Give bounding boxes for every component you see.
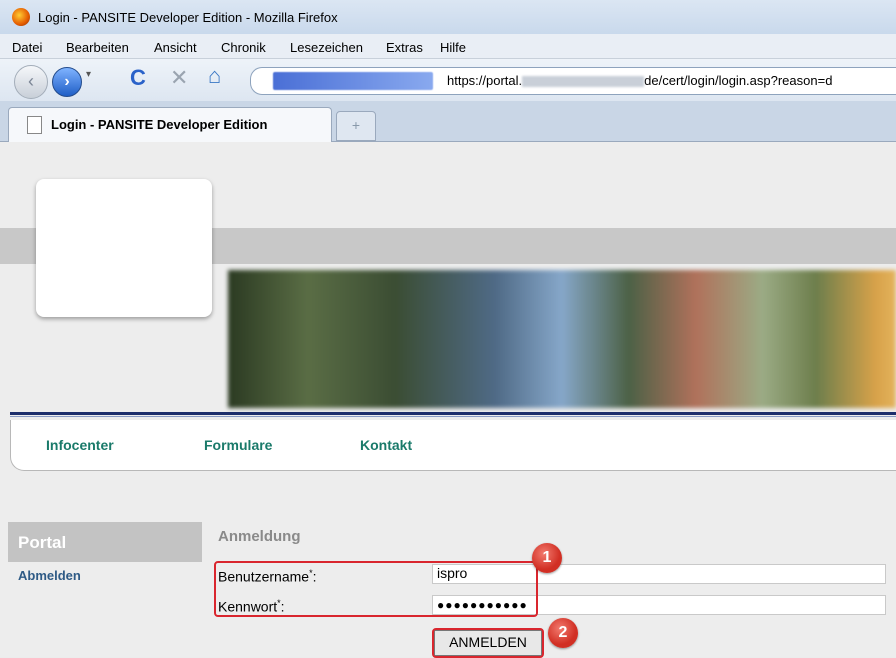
login-heading: Anmeldung xyxy=(218,528,301,545)
site-nav-bar xyxy=(10,420,896,471)
tab-label: Login - PANSITE Developer Edition xyxy=(51,117,268,132)
annotation-badge-2: 2 xyxy=(548,618,578,648)
sidebar-heading: Portal xyxy=(8,522,202,562)
menu-hilfe[interactable]: Hilfe xyxy=(440,40,466,55)
logo-box xyxy=(36,179,212,317)
site-identity-button[interactable] xyxy=(273,72,433,90)
page-icon xyxy=(27,116,42,134)
firefox-logo-icon xyxy=(12,8,30,26)
stop-icon[interactable]: ✕ xyxy=(170,65,188,91)
window-titlebar: Login - PANSITE Developer Edition - Mozi… xyxy=(0,0,896,34)
nav-kontakt[interactable]: Kontakt xyxy=(360,437,412,453)
annotation-box-credentials xyxy=(214,561,538,617)
new-tab-icon[interactable]: + xyxy=(336,111,376,141)
menubar: Datei Bearbeiten Ansicht Chronik Lesezei… xyxy=(0,34,896,59)
url-bar[interactable]: https://portal. de/cert/login/login.asp?r… xyxy=(250,67,896,95)
menu-bearbeiten[interactable]: Bearbeiten xyxy=(66,40,129,55)
menu-lesezeichen[interactable]: Lesezeichen xyxy=(290,40,363,55)
home-icon[interactable]: ⌂ xyxy=(208,63,221,89)
nav-formulare[interactable]: Formulare xyxy=(204,437,272,453)
reload-icon[interactable]: C xyxy=(130,65,146,91)
menu-ansicht[interactable]: Ansicht xyxy=(154,40,197,55)
nav-infocenter[interactable]: Infocenter xyxy=(46,437,114,453)
nav-divider-thin xyxy=(10,416,896,417)
menu-chronik[interactable]: Chronik xyxy=(221,40,266,55)
menu-datei[interactable]: Datei xyxy=(12,40,42,55)
back-button[interactable]: ‹ xyxy=(14,65,48,99)
back-arrow-icon: ‹ xyxy=(28,71,34,91)
annotation-box-submit xyxy=(432,628,544,658)
redacted-domain xyxy=(522,76,645,88)
forward-arrow-icon[interactable]: › xyxy=(52,67,82,97)
url-text: https://portal. de/cert/login/login.asp?r… xyxy=(447,73,833,88)
history-dropdown-icon[interactable]: ▾ xyxy=(86,69,91,80)
window-title: Login - PANSITE Developer Edition - Mozi… xyxy=(38,10,338,25)
header-banner-image xyxy=(228,270,896,408)
nav-divider xyxy=(10,412,896,415)
sidebar-heading-text: Portal xyxy=(18,533,67,552)
logout-link[interactable]: Abmelden xyxy=(18,568,81,583)
menu-extras[interactable]: Extras xyxy=(386,40,423,55)
annotation-badge-1: 1 xyxy=(532,543,562,573)
tab-login[interactable]: Login - PANSITE Developer Edition xyxy=(8,107,332,142)
